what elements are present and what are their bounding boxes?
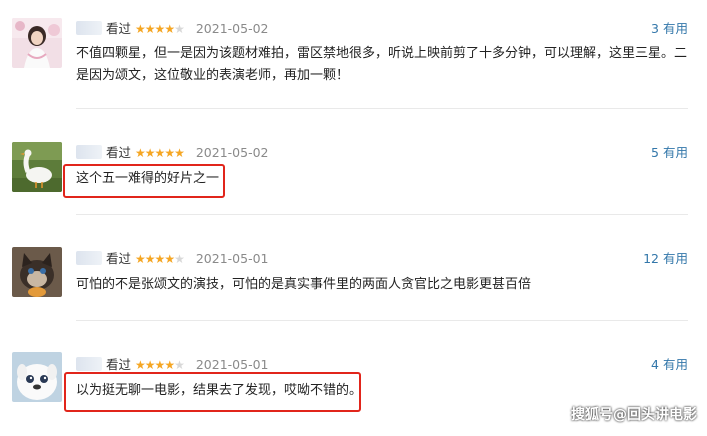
useful-count: 4 — [651, 357, 659, 372]
watch-status: 看过 — [106, 145, 132, 160]
review-date: 2021-05-02 — [195, 145, 269, 160]
rating-stars: ★★★★★ — [135, 144, 185, 162]
star-filled-icon: ★ — [174, 146, 185, 160]
useful-count: 5 — [651, 145, 659, 160]
star-filled-icon: ★ — [144, 358, 156, 372]
review-date: 2021-05-01 — [195, 251, 269, 266]
star-empty-icon: ★ — [174, 252, 185, 266]
star-filled-icon: ★ — [144, 22, 156, 36]
star-filled-icon: ★ — [135, 22, 146, 36]
star-filled-icon: ★ — [154, 358, 166, 372]
useful-vote-button[interactable]: 12 有用 — [643, 250, 688, 268]
review-meta: 看过 ★★★★★ 2021-05-01 — [76, 250, 269, 268]
rating-stars: ★★★★★ — [135, 20, 185, 38]
useful-label: 有用 — [662, 21, 688, 36]
username[interactable] — [76, 21, 102, 35]
star-filled-icon: ★ — [135, 358, 146, 372]
review-date: 2021-05-01 — [195, 357, 269, 372]
watch-status: 看过 — [106, 251, 132, 266]
useful-label: 有用 — [662, 251, 688, 266]
star-filled-icon: ★ — [164, 252, 175, 266]
watch-status: 看过 — [106, 357, 132, 372]
avatar-cat[interactable] — [12, 247, 62, 297]
highlight-box — [63, 164, 225, 198]
star-filled-icon: ★ — [154, 252, 166, 266]
review-meta: 看过 ★★★★★ 2021-05-02 — [76, 20, 269, 38]
useful-label: 有用 — [662, 357, 688, 372]
star-filled-icon: ★ — [144, 252, 156, 266]
useful-vote-button[interactable]: 5 有用 — [651, 144, 688, 162]
highlight-box — [64, 372, 361, 412]
useful-count: 12 — [643, 251, 659, 266]
star-filled-icon: ★ — [154, 22, 166, 36]
avatar-girl[interactable] — [12, 18, 62, 68]
review-text: 可怕的不是张颂文的演技，可怕的是真实事件里的两面人贪官比之电影更甚百倍 — [76, 277, 532, 292]
review-date: 2021-05-02 — [195, 21, 269, 36]
divider — [76, 108, 688, 109]
review-meta: 看过 ★★★★★ 2021-05-02 — [76, 144, 269, 162]
rating-stars: ★★★★★ — [135, 250, 185, 268]
star-filled-icon: ★ — [164, 22, 175, 36]
star-empty-icon: ★ — [174, 22, 185, 36]
useful-vote-button[interactable]: 4 有用 — [651, 356, 688, 374]
watch-status: 看过 — [106, 21, 132, 36]
star-filled-icon: ★ — [164, 358, 175, 372]
useful-label: 有用 — [662, 145, 688, 160]
username[interactable] — [76, 145, 102, 159]
avatar-white-dog[interactable] — [12, 352, 62, 402]
star-filled-icon: ★ — [135, 252, 146, 266]
watermark: 搜狐号@回头讲电影 — [571, 407, 697, 423]
useful-count: 3 — [651, 21, 659, 36]
star-filled-icon: ★ — [144, 146, 156, 160]
useful-vote-button[interactable]: 3 有用 — [651, 20, 688, 38]
star-filled-icon: ★ — [135, 146, 146, 160]
divider — [76, 320, 688, 321]
review-text: 不值四颗星，但一是因为该题材难拍，雷区禁地很多，听说上映前剪了十多分钟，可以理解… — [76, 46, 688, 83]
username[interactable] — [76, 251, 102, 265]
star-filled-icon: ★ — [154, 146, 166, 160]
star-empty-icon: ★ — [174, 358, 185, 372]
divider — [76, 214, 688, 215]
star-filled-icon: ★ — [164, 146, 175, 160]
username[interactable] — [76, 357, 102, 371]
avatar-goose[interactable] — [12, 142, 62, 192]
